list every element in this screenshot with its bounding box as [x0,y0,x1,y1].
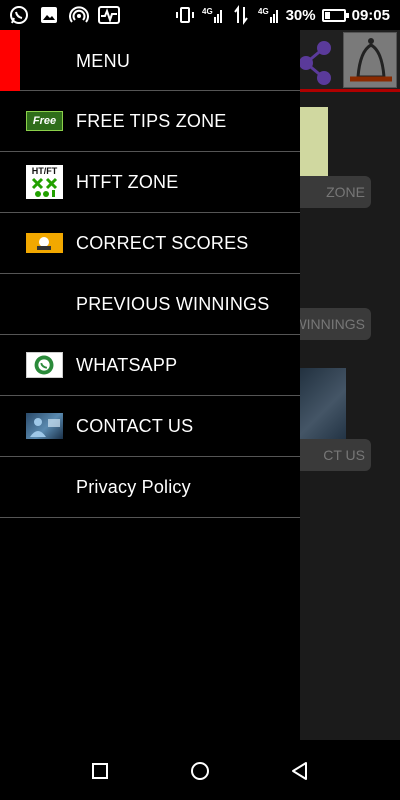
menu-item-whatsapp[interactable]: WHATSAPP [0,335,300,396]
svg-text:4G: 4G [258,7,269,16]
vibrate-icon [174,4,196,26]
battery-icon [321,8,349,22]
drawer-header: MENU [0,30,300,91]
menu-title: MENU [76,51,131,71]
status-bar: 4G 4G 30% 09:05 [0,0,400,30]
recents-icon[interactable] [89,760,111,782]
htft-icon: HT/FT [26,165,63,199]
whatsapp-icon [8,4,30,26]
menu-item-correct-scores[interactable]: CORRECT SCORES [0,213,300,274]
correct-scores-icon [26,233,63,253]
htft-icon-text: HT/FT [31,165,58,176]
menu-item-label: HTFT ZONE [76,171,179,192]
signal-4g-icon: 4G [202,4,224,26]
share-icon[interactable] [296,36,336,86]
menu-item-label: FREE TIPS ZONE [76,110,227,131]
hotspot-icon [68,4,90,26]
menu-item-label: Privacy Policy [76,476,191,497]
signal-bars-icon: 4G [258,4,280,26]
menu-item-label: CONTACT US [76,415,194,436]
menu-item-free-tips[interactable]: Free FREE TIPS ZONE [0,91,300,152]
menu-item-htft[interactable]: HT/FT HTFT ZONE [0,152,300,213]
activity-icon [98,4,120,26]
data-arrows-icon [230,4,252,26]
home-icon[interactable] [189,760,211,782]
image-icon [38,4,60,26]
menu-item-contact-us[interactable]: CONTACT US [0,396,300,457]
htft-thumbnail [300,107,328,177]
menu-item-label: PREVIOUS WINNINGS [76,293,270,314]
menu-item-privacy-policy[interactable]: Privacy Policy [0,457,300,518]
free-badge-icon: Free [26,111,63,131]
contact-image-icon [26,413,63,439]
header-accent [0,30,20,91]
menu-item-previous-winnings[interactable]: PREVIOUS WINNINGS [0,274,300,335]
battery-percent: 30% [285,6,316,24]
whatsapp-logo-icon [26,352,63,378]
clock: 09:05 [351,6,390,24]
menu-item-label: CORRECT SCORES [76,232,249,253]
svg-text:4G: 4G [202,7,213,16]
back-icon[interactable] [289,760,311,782]
menu-item-label: WHATSAPP [76,354,178,375]
navigation-drawer: MENU Free FREE TIPS ZONE HT/FT HTFT ZONE… [0,30,300,740]
bell-icon[interactable] [343,32,397,88]
navigation-bar [0,740,400,800]
